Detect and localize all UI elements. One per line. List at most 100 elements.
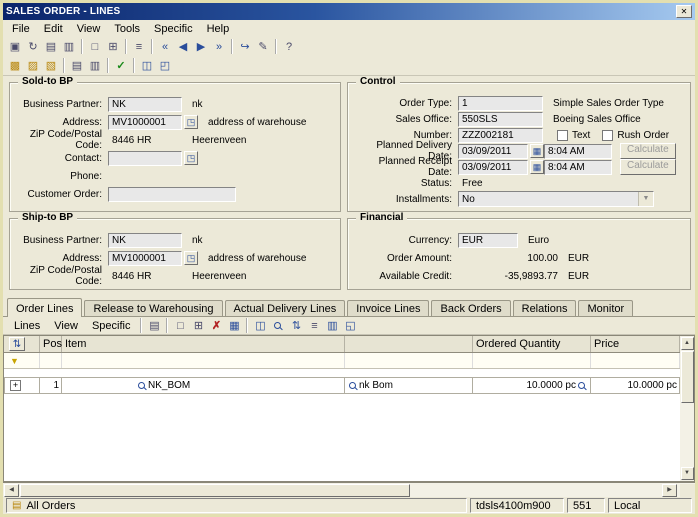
last-record-button[interactable]: » [210, 39, 228, 55]
tab-relations[interactable]: Relations [513, 300, 577, 316]
filter-cell[interactable]: ▼ [4, 353, 40, 368]
item-cell[interactable]: NK_BOM [62, 377, 345, 394]
horizontal-scroll-thumb[interactable] [20, 484, 410, 497]
ordered-quantity-cell[interactable]: 10.0000 pc [473, 377, 591, 394]
line-details-button[interactable]: ◫ [251, 318, 269, 334]
sort-button[interactable]: ⇅ [287, 318, 305, 334]
sales-office-input[interactable] [458, 112, 543, 127]
calculate-receipt-button[interactable]: Calculate [620, 159, 676, 175]
delete-line-button[interactable]: ✗ [207, 318, 225, 334]
tab-back-orders[interactable]: Back Orders [431, 300, 510, 316]
tab-monitor[interactable]: Monitor [578, 300, 633, 316]
pos-column-header[interactable]: Pos [40, 336, 62, 352]
sort-corner-button[interactable]: ⇅ [9, 337, 25, 351]
duplicate-line-button[interactable]: ⊞ [189, 318, 207, 334]
contact-input[interactable] [108, 151, 182, 166]
ship-address-browse-icon[interactable]: ◳ [184, 251, 198, 265]
tab-actual-delivery-lines[interactable]: Actual Delivery Lines [225, 300, 346, 316]
price-column-header[interactable]: Price [591, 336, 680, 352]
horizontal-scrollbar[interactable]: ◀ ▶ [3, 482, 695, 497]
refresh-button[interactable]: ↻ [24, 39, 42, 55]
ship-business-partner-input[interactable] [108, 233, 182, 248]
delivery-calendar-icon[interactable]: ▦ [530, 144, 544, 158]
item-description-cell[interactable]: nk Bom [345, 377, 473, 394]
order-filter-panel[interactable]: ▤ All Orders [6, 498, 467, 513]
ship-address-input[interactable] [108, 251, 182, 266]
first-record-button[interactable]: « [156, 39, 174, 55]
menu-file[interactable]: File [5, 22, 37, 36]
order-line-row[interactable]: + 1 NK_BOM nk Bom 10.0000 pc 10.0000 [4, 377, 680, 394]
description-column-header[interactable] [345, 336, 473, 352]
receipt-calendar-icon[interactable]: ▦ [530, 160, 544, 174]
filter-cell[interactable] [345, 353, 473, 368]
text-editor-button[interactable]: ◫ [138, 58, 156, 74]
price-cell[interactable]: 10.0000 pc [591, 377, 680, 394]
business-partner-input[interactable] [108, 97, 182, 112]
close-button[interactable]: ✕ [676, 5, 692, 18]
lines-menu[interactable]: Lines [7, 319, 47, 333]
ordered-quantity-column-header[interactable]: Ordered Quantity [473, 336, 591, 352]
new-button[interactable]: □ [86, 39, 104, 55]
customer-order-input[interactable] [108, 187, 236, 202]
save-button[interactable]: ▣ [6, 39, 24, 55]
description-zoom-icon[interactable] [349, 382, 356, 389]
planned-receipt-date-input[interactable] [458, 160, 528, 175]
open-group-button[interactable]: ▨ [24, 58, 42, 74]
new-group-button[interactable]: ▩ [6, 58, 24, 74]
lines-specific-menu[interactable]: Specific [85, 319, 138, 333]
print-invoice-button[interactable]: ▥ [86, 58, 104, 74]
scroll-right-icon[interactable]: ▶ [662, 484, 677, 497]
print-button[interactable]: ▤ [42, 39, 60, 55]
rush-order-checkbox[interactable] [602, 130, 613, 141]
approve-button[interactable]: ✓ [112, 58, 130, 74]
scroll-down-icon[interactable]: ▼ [681, 467, 694, 480]
menu-tools[interactable]: Tools [107, 22, 147, 36]
planned-delivery-time-input[interactable] [544, 144, 612, 159]
address-input[interactable] [108, 115, 182, 130]
menu-edit[interactable]: Edit [37, 22, 70, 36]
order-number-input[interactable] [458, 128, 543, 143]
tab-release-to-warehousing[interactable]: Release to Warehousing [84, 300, 222, 316]
calculate-delivery-button[interactable]: Calculate [620, 143, 676, 159]
planned-receipt-time-input[interactable] [544, 160, 612, 175]
scroll-up-icon[interactable]: ▲ [681, 337, 694, 350]
menu-view[interactable]: View [70, 22, 108, 36]
zoom-session-button[interactable]: ◱ [341, 318, 359, 334]
address-browse-icon[interactable]: ◳ [184, 115, 198, 129]
next-record-button[interactable]: ▶ [192, 39, 210, 55]
previous-record-button[interactable]: ◀ [174, 39, 192, 55]
print-order-button[interactable]: ▤ [68, 58, 86, 74]
lines-view-menu[interactable]: View [47, 319, 85, 333]
pos-cell[interactable]: 1 [40, 377, 62, 394]
edit-button[interactable]: ✎ [254, 39, 272, 55]
find-button[interactable] [269, 318, 287, 334]
filter-cell[interactable] [473, 353, 591, 368]
filter-cell[interactable] [40, 353, 62, 368]
documents-button[interactable]: ◰ [156, 58, 174, 74]
help-button[interactable]: ? [280, 39, 298, 55]
item-zoom-icon[interactable] [138, 382, 145, 389]
vertical-scrollbar[interactable]: ▲ ▼ [680, 335, 695, 482]
installments-select[interactable]: No ▼ [458, 191, 654, 207]
tab-order-lines[interactable]: Order Lines [7, 298, 82, 317]
filter-cell[interactable] [591, 353, 680, 368]
currency-input[interactable] [458, 233, 518, 248]
text-checkbox[interactable] [557, 130, 568, 141]
order-type-input[interactable] [458, 96, 543, 111]
goto-button[interactable]: ↪ [236, 39, 254, 55]
planned-delivery-date-input[interactable] [458, 144, 528, 159]
filter-cell[interactable] [62, 353, 345, 368]
menu-help[interactable]: Help [200, 22, 237, 36]
tab-invoice-lines[interactable]: Invoice Lines [347, 300, 429, 316]
print-preview-button[interactable]: ▥ [60, 39, 78, 55]
expand-row-button[interactable]: + [10, 380, 21, 391]
columns-button[interactable]: ▥ [323, 318, 341, 334]
dropdown-arrow-icon[interactable]: ▼ [638, 192, 653, 206]
menu-specific[interactable]: Specific [147, 22, 200, 36]
vertical-scroll-thumb[interactable] [681, 351, 694, 403]
print-lines-button[interactable]: ▤ [145, 318, 163, 334]
graph-button[interactable]: ▦ [225, 318, 243, 334]
unit-zoom-icon[interactable] [578, 382, 585, 389]
close-group-button[interactable]: ▧ [42, 58, 60, 74]
insert-line-button[interactable]: □ [171, 318, 189, 334]
